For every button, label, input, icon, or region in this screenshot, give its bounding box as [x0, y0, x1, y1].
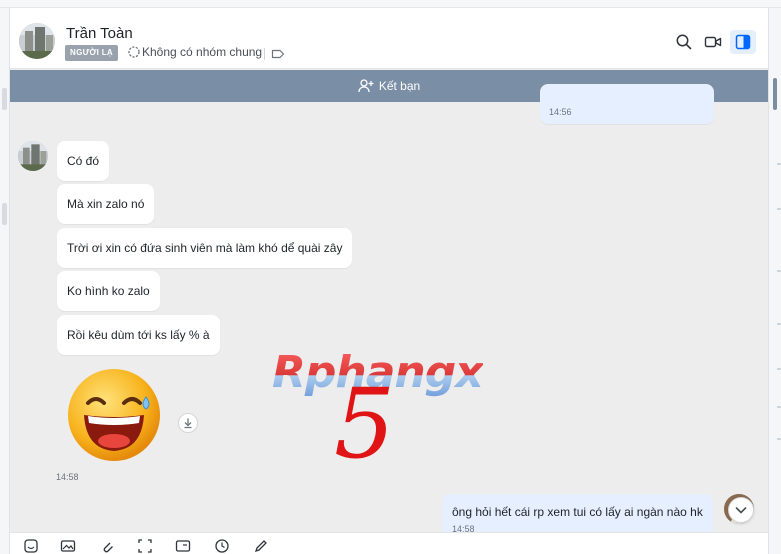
received-message[interactable]: Mà xin zalo nó [57, 184, 155, 224]
laughing-sticker[interactable] [66, 367, 162, 463]
search-icon[interactable] [675, 33, 693, 51]
screenshot-icon[interactable] [137, 538, 153, 554]
watermark-digit: 5 [334, 368, 390, 467]
sent-message-text: ông hỏi hết cái rp xem tui có lấy ai ngà… [452, 505, 703, 519]
left-edge-marker [2, 88, 7, 110]
left-edge-marker [2, 203, 7, 225]
chat-window: Trần Toàn NGƯỜI LẠ Không có nhóm chung K… [10, 8, 768, 554]
right-panel-edge [768, 8, 781, 554]
right-edge-mark [777, 323, 781, 325]
watermark-digit-text: 5 [334, 368, 390, 467]
scroll-to-bottom-button[interactable] [728, 497, 754, 523]
sent-message-partial[interactable]: 14:56 [540, 84, 714, 124]
add-friend-icon [358, 79, 374, 93]
right-edge-mark [777, 368, 781, 370]
chat-header: Trần Toàn NGƯỜI LẠ Không có nhóm chung [10, 8, 768, 69]
image-icon[interactable] [60, 538, 76, 554]
right-edge-mark [777, 438, 781, 440]
watermark: Rphangx 5 [272, 347, 522, 472]
message-time: 14:58 [56, 472, 79, 482]
received-message[interactable]: Rồi kêu dùm tới ks lấy % à [57, 315, 220, 355]
stranger-badge: NGƯỜI LẠ [65, 45, 118, 61]
message-list[interactable]: 14:56 Có đó Mà xin zalo nó Trời ơi xin c… [10, 84, 768, 538]
received-message[interactable]: Ko hình ko zalo [57, 271, 160, 311]
side-panel-icon [735, 34, 751, 50]
right-edge-mark [777, 270, 781, 272]
drawing-icon[interactable] [253, 538, 269, 554]
video-call-icon[interactable] [704, 33, 722, 51]
header-separator [264, 48, 265, 60]
right-edge-mark [777, 406, 781, 408]
chevron-down-icon [735, 507, 747, 514]
attachment-icon[interactable] [99, 538, 115, 554]
received-message[interactable]: Có đó [57, 141, 110, 181]
scrollbar-thumb[interactable] [773, 78, 777, 110]
business-card-icon[interactable] [175, 538, 191, 554]
top-strip [0, 0, 781, 8]
left-panel-edge [0, 8, 10, 554]
contact-name[interactable]: Trần Toàn [66, 25, 133, 42]
download-button[interactable] [178, 413, 198, 433]
right-edge-mark [777, 208, 781, 210]
common-group-text[interactable]: Không có nhóm chung [142, 45, 262, 59]
received-message[interactable]: Trời ơi xin có đứa sinh viên mà làm khó … [57, 228, 353, 268]
right-edge-mark [777, 163, 781, 165]
common-group-icon [128, 46, 140, 58]
composer-toolbar [10, 532, 768, 554]
contact-avatar[interactable] [19, 23, 55, 59]
reminder-icon[interactable] [214, 538, 230, 554]
contact-avatar-small[interactable] [18, 141, 48, 171]
watermark-text: Rphangx [272, 347, 484, 398]
message-time: 14:56 [549, 107, 572, 117]
add-friend-label: Kết bạn [378, 79, 421, 93]
sticker-icon[interactable] [23, 538, 39, 554]
tag-icon[interactable] [271, 48, 285, 60]
side-panel-button[interactable] [730, 30, 756, 54]
download-icon [184, 418, 192, 429]
